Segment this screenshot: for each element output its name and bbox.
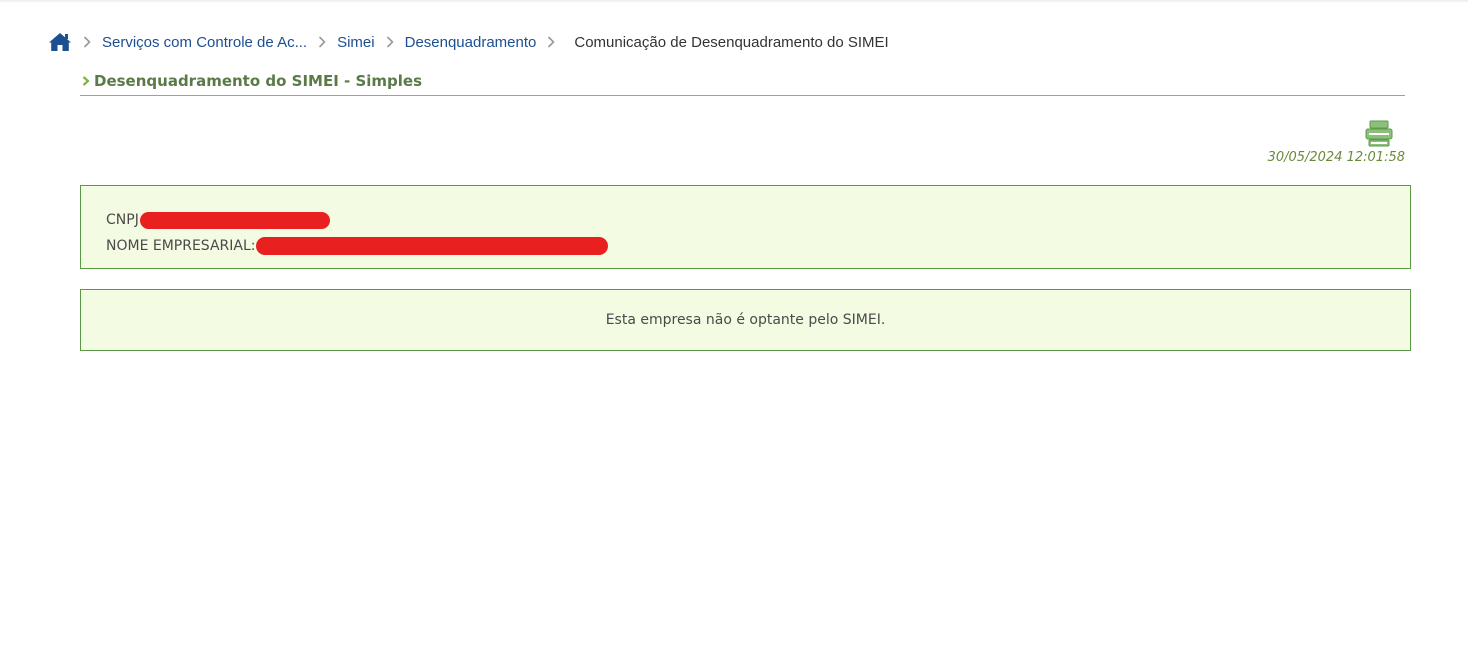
- redacted-cnpj: [139, 211, 330, 229]
- cnpj-row: CNPJ: [106, 210, 330, 230]
- breadcrumb-simei[interactable]: Simei: [337, 34, 375, 51]
- top-shadow: [0, 0, 1468, 3]
- nome-empresarial-row: NOME EMPRESARIAL:: [106, 236, 609, 256]
- page-title: Desenquadramento do SIMEI - Simples: [94, 72, 423, 90]
- company-info-box: CNPJ NOME EMPRESARIAL:: [80, 185, 1411, 269]
- chevron-right-icon: [536, 32, 566, 52]
- chevron-right-icon: [72, 32, 102, 52]
- redacted-nome-empresarial: [256, 237, 609, 255]
- timestamp: 30/05/2024 12:01:58: [1267, 150, 1405, 165]
- section-header: Desenquadramento do SIMEI - Simples: [80, 72, 1405, 96]
- home-icon[interactable]: [48, 31, 72, 53]
- breadcrumb-current: Comunicação de Desenquadramento do SIMEI: [574, 33, 889, 51]
- printer-icon[interactable]: [1365, 120, 1393, 148]
- chevron-right-icon: [375, 32, 405, 52]
- chevron-right-icon: [307, 32, 337, 52]
- status-message-box: Esta empresa não é optante pelo SIMEI.: [80, 289, 1411, 351]
- breadcrumb-desenquadramento[interactable]: Desenquadramento: [405, 34, 537, 51]
- breadcrumb: Serviços com Controle de Ac... Simei Des…: [48, 30, 889, 54]
- cnpj-label: CNPJ: [106, 212, 139, 228]
- breadcrumb-servicos[interactable]: Serviços com Controle de Ac...: [102, 34, 307, 51]
- chevron-right-icon: [82, 72, 94, 90]
- status-message: Esta empresa não é optante pelo SIMEI.: [605, 312, 886, 328]
- nome-empresarial-label: NOME EMPRESARIAL:: [106, 238, 256, 254]
